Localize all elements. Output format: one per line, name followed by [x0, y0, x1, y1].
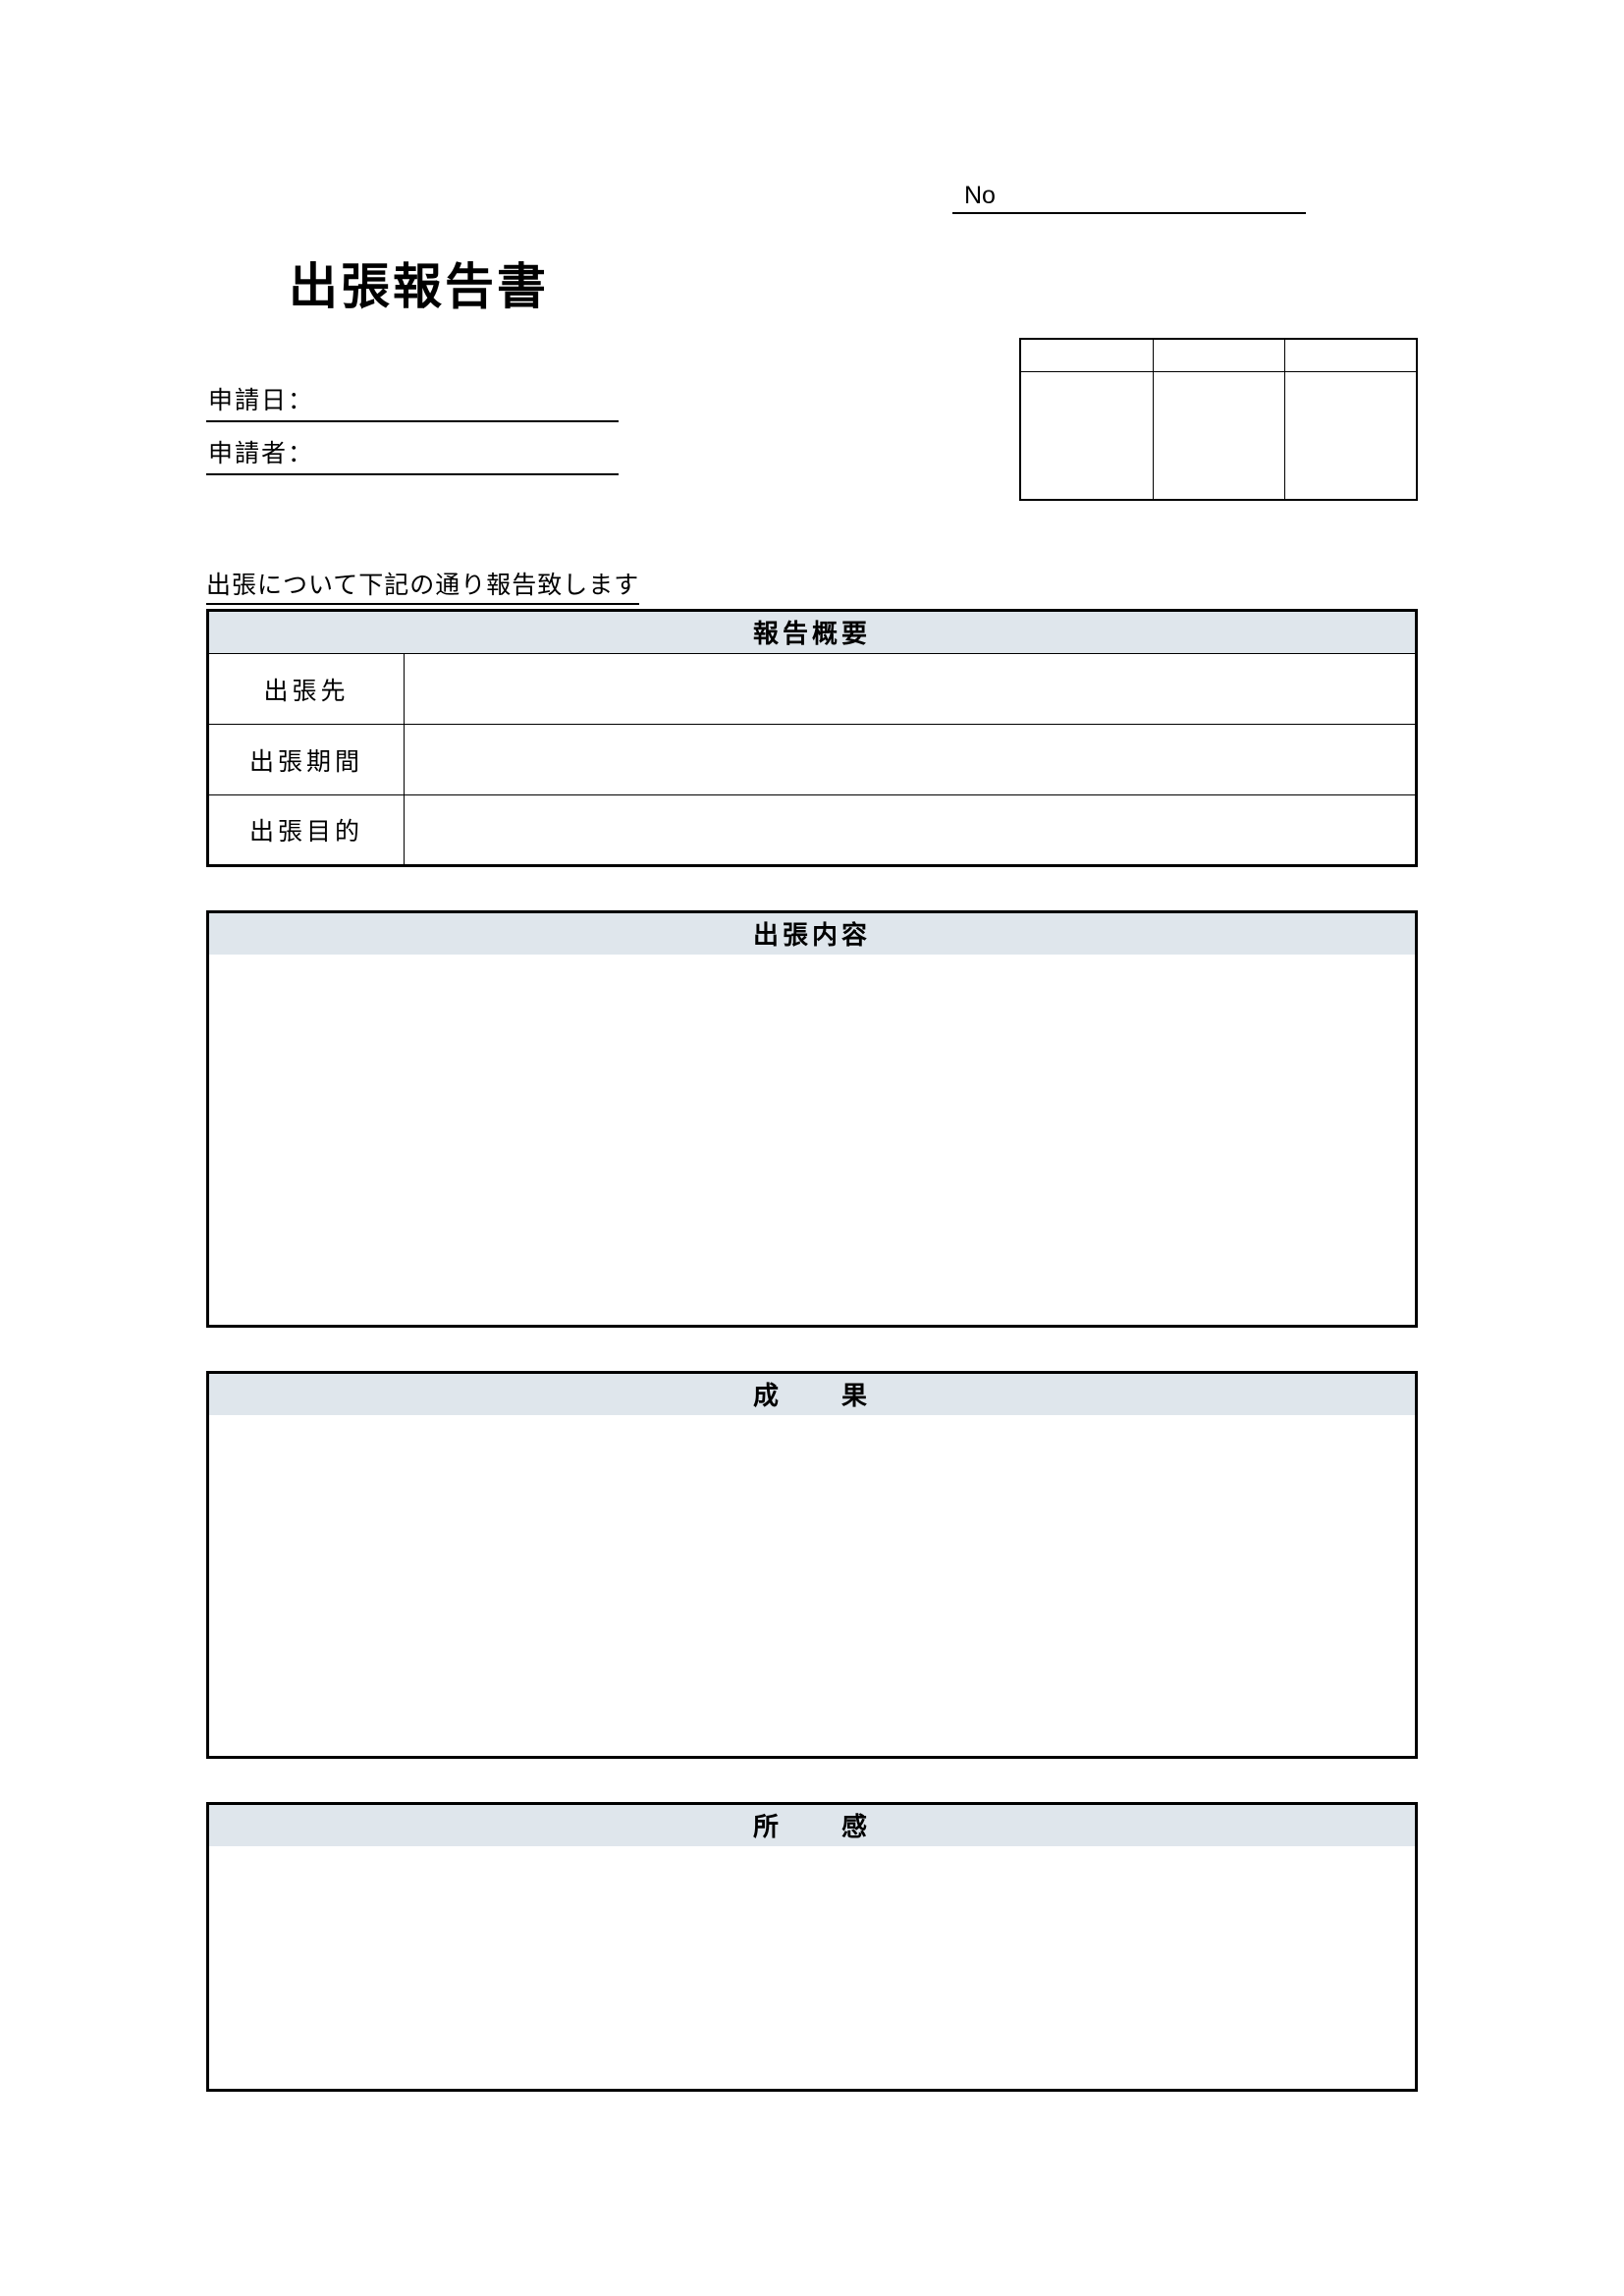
- applicant-name-field[interactable]: 申請者：: [206, 430, 619, 475]
- purpose-row: 出張目的: [208, 795, 1417, 866]
- form-number-field[interactable]: No: [952, 182, 1306, 214]
- destination-label: 出張先: [208, 654, 405, 725]
- trip-content-input[interactable]: [206, 955, 1418, 1328]
- trip-content-header: 出張内容: [206, 910, 1418, 955]
- stamp-header-2: [1153, 340, 1284, 371]
- summary-section: 報告概要 出張先 出張期間 出張目的: [206, 609, 1418, 867]
- trip-content-section: 出張内容: [206, 910, 1418, 1328]
- stamp-header-1: [1021, 340, 1153, 371]
- stamp-cell-1[interactable]: [1021, 371, 1153, 499]
- stamp-cell-3[interactable]: [1284, 371, 1416, 499]
- results-section: 成 果: [206, 1371, 1418, 1759]
- thoughts-section: 所 感: [206, 1802, 1418, 2092]
- summary-table: 出張先 出張期間 出張目的: [206, 653, 1418, 867]
- intro-text: 出張について下記の通り報告致します: [206, 566, 639, 605]
- results-input[interactable]: [206, 1415, 1418, 1759]
- stamp-cell-2[interactable]: [1153, 371, 1284, 499]
- application-date-field[interactable]: 申請日：: [206, 377, 619, 422]
- thoughts-header: 所 感: [206, 1802, 1418, 1846]
- destination-row: 出張先: [208, 654, 1417, 725]
- summary-header: 報告概要: [206, 609, 1418, 653]
- form-number-row: No: [952, 182, 1418, 214]
- period-row: 出張期間: [208, 725, 1417, 795]
- thoughts-input[interactable]: [206, 1846, 1418, 2092]
- business-trip-report-form: No 出張報告書 申請日： 申請者： 出張について下記の通り報告致します: [0, 0, 1624, 2092]
- results-header: 成 果: [206, 1371, 1418, 1415]
- period-input[interactable]: [405, 725, 1417, 795]
- stamp-header-3: [1284, 340, 1416, 371]
- approval-stamp-box: [1019, 338, 1418, 501]
- applicant-info: 申請日： 申請者：: [206, 377, 619, 483]
- purpose-input[interactable]: [405, 795, 1417, 866]
- purpose-label: 出張目的: [208, 795, 405, 866]
- header-area: 申請日： 申請者：: [206, 377, 1418, 501]
- form-title: 出張報告書: [289, 247, 1418, 318]
- destination-input[interactable]: [405, 654, 1417, 725]
- period-label: 出張期間: [208, 725, 405, 795]
